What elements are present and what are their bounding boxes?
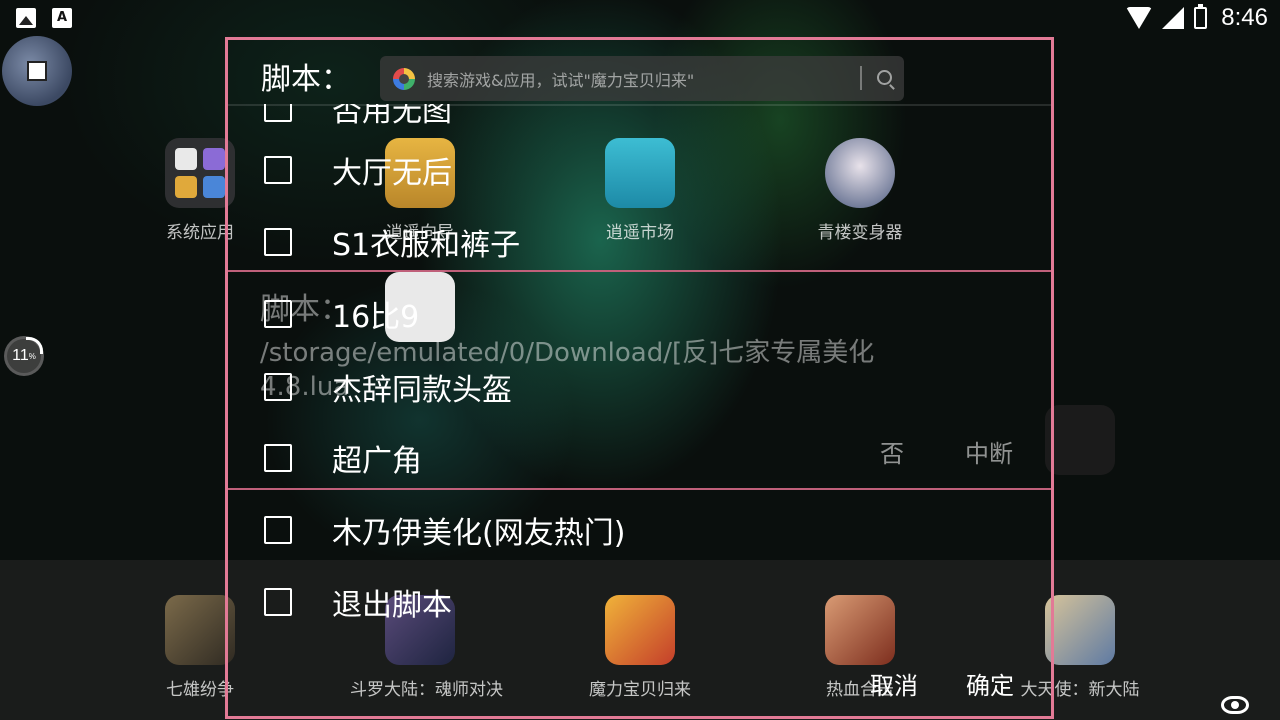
search-divider	[860, 66, 862, 90]
checkbox[interactable]	[264, 156, 292, 184]
app-store-logo-icon	[393, 67, 415, 90]
list-item[interactable]: 木乃伊美化(网友热门)	[228, 494, 1051, 566]
search-bar[interactable]: 搜索游戏&应用，试试"魔力宝贝归来"	[380, 56, 904, 101]
item-label: S1衣服和裤子	[332, 228, 521, 263]
game-icon	[1045, 595, 1115, 665]
checkbox[interactable]	[264, 588, 292, 616]
wifi-icon	[1126, 7, 1153, 29]
checkbox[interactable]	[264, 228, 292, 256]
list-item[interactable]: 16比9	[228, 278, 1051, 350]
item-label: 退出脚本	[332, 588, 452, 623]
confirm-button[interactable]: 确定	[966, 666, 1014, 701]
checkbox[interactable]	[264, 373, 292, 401]
cancel-button[interactable]: 取消	[870, 666, 918, 701]
item-label: 木乃伊美化(网友热门)	[332, 516, 626, 551]
stop-icon	[27, 61, 47, 81]
clock: 8:46	[1221, 4, 1268, 31]
search-placeholder: 搜索游戏&应用，试试"魔力宝贝归来"	[427, 70, 695, 90]
options-list[interactable]: 否用无图 大厅无后 S1衣服和裤子 16比9 杰辞同款头盔 超广角 木乃伊美化(…	[228, 104, 1051, 719]
status-bar: A 8:46	[0, 0, 1280, 36]
item-label: 超广角	[332, 444, 422, 479]
font-icon: A	[52, 8, 72, 28]
list-item[interactable]: S1衣服和裤子	[228, 206, 1051, 278]
progress-bubble[interactable]: 11%	[4, 336, 44, 376]
signal-icon	[1162, 7, 1185, 29]
list-item[interactable]: 超广角	[228, 422, 1051, 494]
eye-icon[interactable]	[1221, 696, 1249, 714]
item-label: 否用无图	[332, 104, 452, 129]
checkbox[interactable]	[264, 300, 292, 328]
list-item[interactable]: 退出脚本	[228, 566, 1051, 638]
item-label: 杰辞同款头盔	[332, 373, 512, 408]
divider	[228, 270, 1051, 272]
image-icon	[16, 8, 36, 28]
search-icon[interactable]	[877, 70, 892, 85]
dialog-title: 脚本：	[261, 62, 351, 97]
item-label: 16比9	[332, 300, 420, 335]
battery-icon	[1194, 4, 1208, 29]
checkbox[interactable]	[264, 444, 292, 472]
progress-text: 11	[12, 347, 29, 364]
divider	[228, 488, 1051, 490]
tiktok-icon	[1045, 405, 1115, 475]
list-item[interactable]: 杰辞同款头盔	[228, 351, 1051, 423]
script-select-dialog: 脚本： 搜索游戏&应用，试试"魔力宝贝归来" 否用无图 大厅无后 S1衣服和裤子…	[225, 37, 1054, 719]
floating-stop-button[interactable]	[2, 36, 72, 106]
checkbox[interactable]	[264, 516, 292, 544]
item-label: 大厅无后	[332, 156, 452, 191]
list-item[interactable]: 大厅无后	[228, 134, 1051, 206]
checkbox[interactable]	[264, 104, 292, 122]
